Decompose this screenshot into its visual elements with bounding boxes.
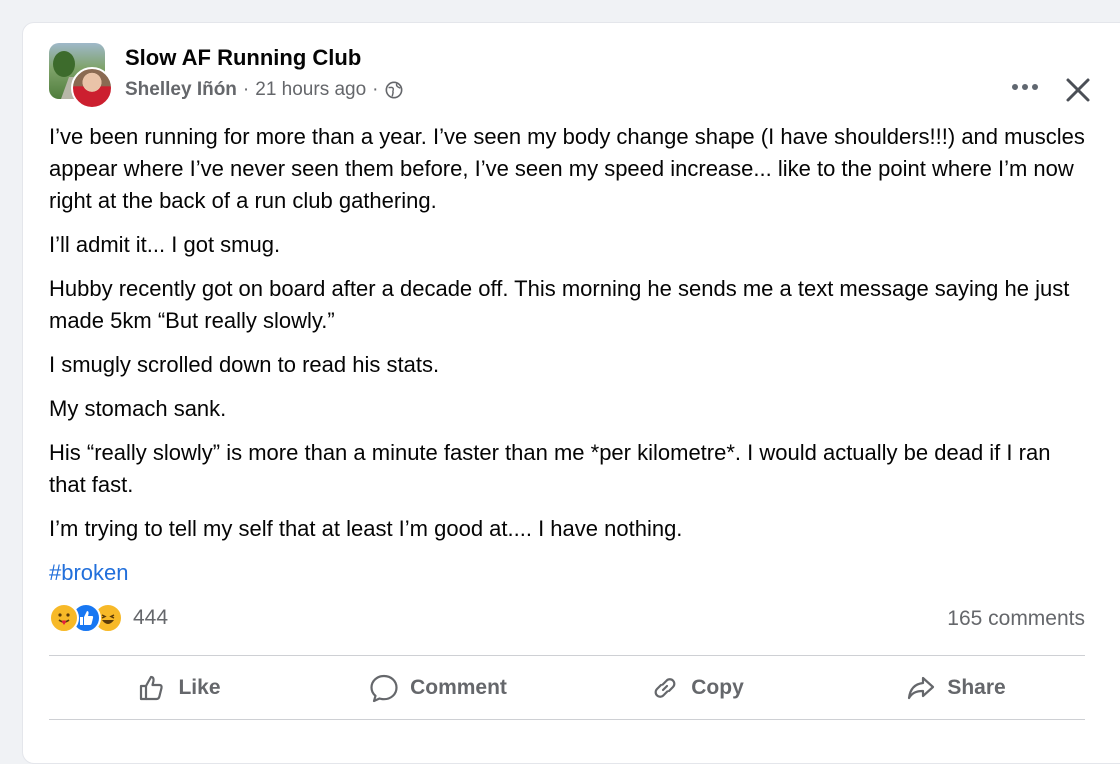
post-card: Slow AF Running Club Shelley Iñón · 21 h… [22,22,1120,764]
reaction-count[interactable]: 444 [133,606,168,630]
comment-label: Comment [410,676,507,699]
divider [49,719,1085,720]
post-action-bar: Like Comment Copy Share [49,657,1085,719]
post-timestamp[interactable]: 21 hours ago [255,79,366,101]
post-paragraph: I’ve been running for more than a year. … [49,124,1085,213]
close-button[interactable] [1061,73,1095,107]
link-icon [654,678,676,698]
post-paragraph: His “really slowly” is more than a minut… [49,440,1051,497]
comment-button[interactable]: Comment [308,657,567,719]
post-header: Slow AF Running Club Shelley Iñón · 21 h… [49,43,1120,109]
share-arrow-icon [908,676,935,700]
comment-count-link[interactable]: 165 comments [947,607,1085,631]
post-body: I’ve been running for more than a year. … [49,121,1089,601]
care-emoji-icon [49,603,79,633]
author-avatar[interactable] [71,67,113,109]
comment-bubble-icon [370,674,398,703]
like-button[interactable]: Like [49,657,308,719]
post-paragraph: Hubby recently got on board after a deca… [49,276,1070,333]
post-paragraph: I smugly scrolled down to read his stats… [49,352,440,377]
hashtag-link[interactable]: #broken [49,560,129,585]
share-label: Share [947,676,1006,699]
post-paragraph: I’m trying to tell my self that at least… [49,516,683,541]
more-options-button[interactable] [1007,75,1043,99]
share-button[interactable]: Share [826,657,1085,719]
divider [49,655,1085,656]
post-meta: Shelley Iñón · 21 hours ago · [125,79,403,101]
post-paragraph: My stomach sank. [49,396,227,421]
meta-separator: · [242,79,250,100]
like-label: Like [178,676,221,699]
copy-label: Copy [691,676,744,699]
globe-icon [385,81,403,99]
author-name-link[interactable]: Shelley Iñón [125,79,237,101]
group-avatar[interactable] [49,43,113,109]
thumbs-up-icon [140,675,164,701]
meta-separator: · [372,79,379,100]
more-dots-icon [1012,84,1018,90]
copy-button[interactable]: Copy [567,657,826,719]
post-stats: 444 165 comments [49,603,1085,639]
post-paragraph: I’ll admit it... I got smug. [49,232,281,257]
close-icon [1066,78,1090,102]
group-name-link[interactable]: Slow AF Running Club [125,45,361,71]
reactions-summary[interactable]: 444 [49,603,168,633]
